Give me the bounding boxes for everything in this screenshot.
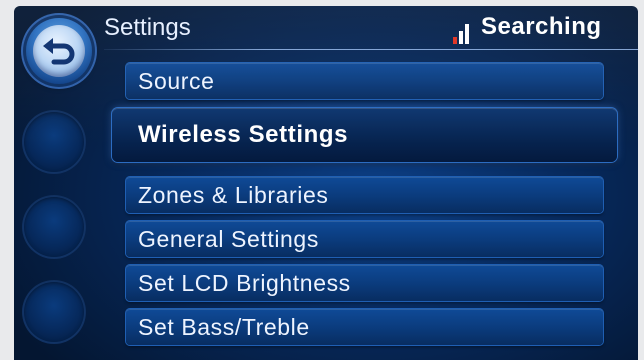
page-title: Settings bbox=[104, 14, 191, 41]
menu-item-set-lcd-brightness[interactable]: Set LCD Brightness bbox=[126, 265, 603, 301]
signal-bars-icon bbox=[453, 22, 477, 44]
side-button-1[interactable] bbox=[22, 110, 86, 174]
menu-item-wireless-settings[interactable]: Wireless Settings bbox=[112, 108, 617, 162]
side-button-3[interactable] bbox=[22, 280, 86, 344]
menu-item-source[interactable]: Source bbox=[126, 63, 603, 99]
lcd-screen: Settings Searching Source Wireless Setti… bbox=[14, 6, 638, 360]
side-button-2[interactable] bbox=[22, 195, 86, 259]
back-button[interactable] bbox=[26, 18, 92, 84]
connection-status: Searching bbox=[481, 13, 602, 40]
menu-item-set-bass-treble[interactable]: Set Bass/Treble bbox=[126, 309, 603, 345]
header-divider bbox=[104, 49, 638, 50]
menu-item-zones-libraries[interactable]: Zones & Libraries bbox=[126, 177, 603, 213]
menu-item-general-settings[interactable]: General Settings bbox=[126, 221, 603, 257]
device-frame: Settings Searching Source Wireless Setti… bbox=[0, 0, 644, 360]
back-arrow-icon bbox=[43, 38, 75, 65]
